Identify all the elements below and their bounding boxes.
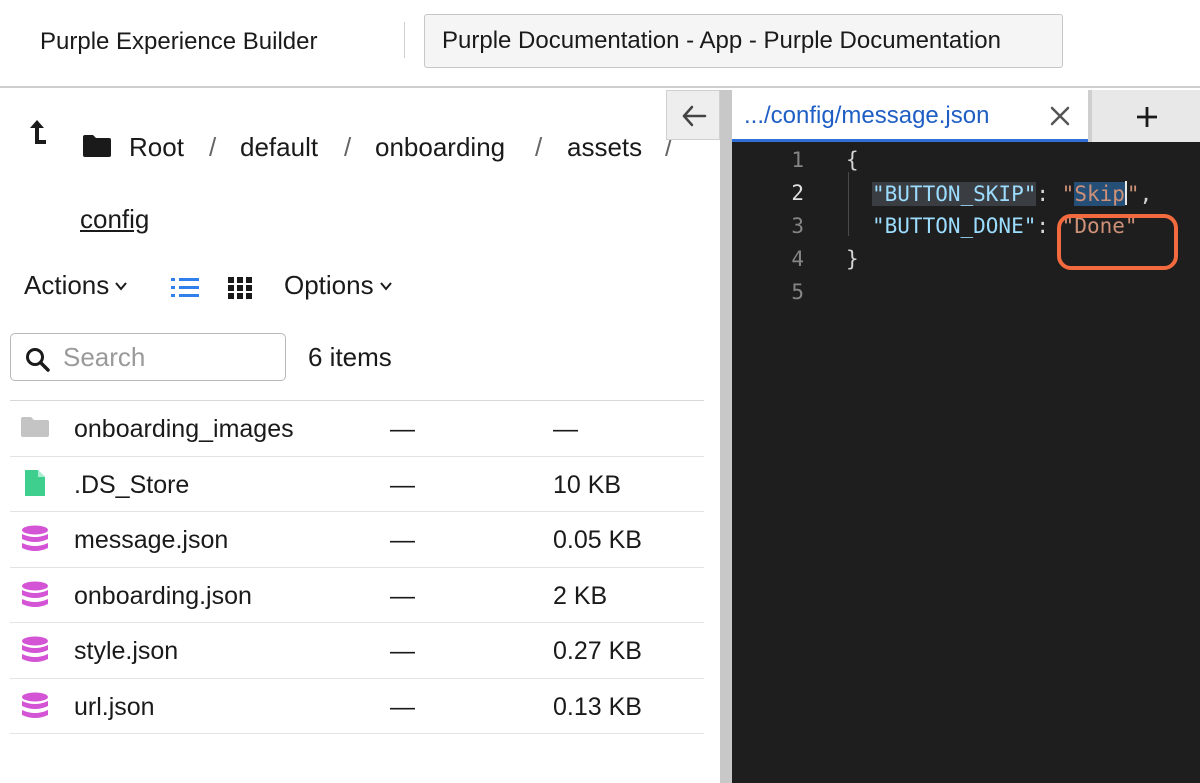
list-item[interactable]: .DS_Store — 10 KB (10, 457, 704, 512)
list-view-icon (171, 278, 199, 297)
code-line: { (846, 148, 859, 172)
file-name: onboarding.json (74, 581, 252, 610)
breadcrumb-current-config[interactable]: config (80, 204, 149, 235)
file-name: url.json (74, 692, 155, 721)
chevron-down-icon (115, 281, 128, 291)
indent-guide (848, 172, 849, 236)
json-key: "BUTTON_DONE" (872, 214, 1037, 238)
code-editor-panel: .../config/message.json 1 2 3 4 5 { "BUT… (732, 90, 1200, 783)
list-item[interactable]: style.json — 0.27 KB (10, 623, 704, 679)
actions-label: Actions (24, 270, 110, 300)
database-icon (22, 692, 48, 718)
file-size: 0.27 KB (553, 637, 642, 665)
item-count: 6 items (308, 342, 392, 372)
line-number: 5 (791, 280, 804, 304)
options-menu-button[interactable]: Options (284, 270, 392, 301)
file-modified: — (390, 470, 415, 499)
panel-splitter[interactable] (720, 90, 732, 783)
code-token: " (1061, 182, 1075, 206)
file-name: message.json (74, 526, 229, 554)
collapse-panel-button[interactable] (666, 90, 720, 140)
search-box (10, 333, 286, 381)
folder-icon (83, 135, 111, 157)
top-bar: Purple Experience Builder Purple Documen… (0, 0, 1200, 88)
code-line: "BUTTON_SKIP": "Skip", (872, 181, 1152, 206)
line-number: 3 (791, 214, 804, 238)
editor-tab-message-json[interactable]: .../config/message.json (732, 90, 1088, 142)
search-icon (26, 348, 50, 372)
topbar-divider (404, 22, 405, 58)
code-token: " (1126, 182, 1140, 206)
breadcrumb-default[interactable]: default (240, 132, 318, 163)
code-token: { (846, 148, 859, 172)
selected-text: Skip (1074, 182, 1125, 206)
list-item[interactable]: message.json — 0.05 KB (10, 512, 704, 568)
list-item[interactable]: onboarding_images — — (10, 401, 704, 457)
code-token: , (1139, 182, 1153, 206)
file-size: — (553, 415, 578, 443)
file-name: .DS_Store (74, 470, 190, 499)
line-number: 1 (791, 148, 804, 172)
actions-menu-button[interactable]: Actions (24, 270, 128, 301)
list-view-button[interactable] (170, 276, 200, 300)
file-modified: — (390, 692, 415, 721)
project-selector-button[interactable]: Purple Documentation - App - Purple Docu… (424, 14, 1063, 68)
chevron-down-icon (379, 281, 392, 291)
file-name: style.json (74, 637, 179, 665)
navigate-up-icon[interactable] (26, 116, 48, 148)
code-token: } (846, 247, 859, 271)
annotation-highlight-ring (1057, 214, 1178, 270)
breadcrumb-root[interactable]: Root (129, 132, 184, 163)
arrow-left-icon (682, 105, 707, 127)
file-name: onboarding_images (74, 415, 294, 443)
close-icon[interactable] (1048, 104, 1072, 128)
database-icon (22, 525, 48, 551)
breadcrumb-onboarding[interactable]: onboarding (375, 132, 505, 163)
json-key: "BUTTON_SKIP" (872, 182, 1037, 206)
database-icon (22, 581, 48, 607)
add-tab-button[interactable] (1092, 90, 1200, 142)
search-input[interactable] (63, 342, 273, 372)
file-modified: — (390, 581, 415, 610)
options-label: Options (284, 270, 374, 300)
line-number: 4 (791, 247, 804, 271)
code-token: : (1036, 182, 1062, 206)
grid-view-icon (228, 277, 252, 299)
folder-icon (21, 417, 49, 437)
breadcrumb: Root / default / onboarding / assets / c… (0, 90, 720, 250)
file-size: 10 KB (553, 470, 622, 499)
file-size: 0.13 KB (553, 692, 642, 721)
list-item[interactable]: onboarding.json — 2 KB (10, 568, 704, 623)
breadcrumb-separator: / (209, 132, 217, 162)
breadcrumb-separator: / (344, 132, 352, 162)
database-icon (22, 636, 48, 662)
app-title: Purple Experience Builder (40, 28, 318, 55)
code-line: } (846, 247, 859, 271)
tab-label: .../config/message.json (744, 102, 990, 129)
file-size: 2 KB (553, 581, 608, 610)
file-list: onboarding_images — — .DS_Store — 10 KB … (10, 400, 704, 734)
file-size: 0.05 KB (553, 526, 642, 554)
file-icon (25, 469, 45, 496)
plus-icon (1137, 107, 1157, 127)
file-browser-panel: Root / default / onboarding / assets / c… (0, 90, 720, 783)
browser-toolbar: Actions Options (0, 270, 720, 310)
file-modified: — (390, 637, 415, 665)
breadcrumb-assets[interactable]: assets (567, 132, 642, 163)
breadcrumb-separator: / (535, 132, 543, 162)
file-modified: — (390, 526, 415, 554)
editor-tab-bar: .../config/message.json (732, 90, 1200, 142)
list-item[interactable]: url.json — 0.13 KB (10, 679, 704, 734)
grid-view-button[interactable] (227, 276, 253, 300)
line-number: 2 (791, 181, 804, 205)
file-modified: — (390, 415, 415, 443)
code-area[interactable]: 1 2 3 4 5 { "BUTTON_SKIP": "Skip", "BUTT… (732, 142, 1200, 783)
